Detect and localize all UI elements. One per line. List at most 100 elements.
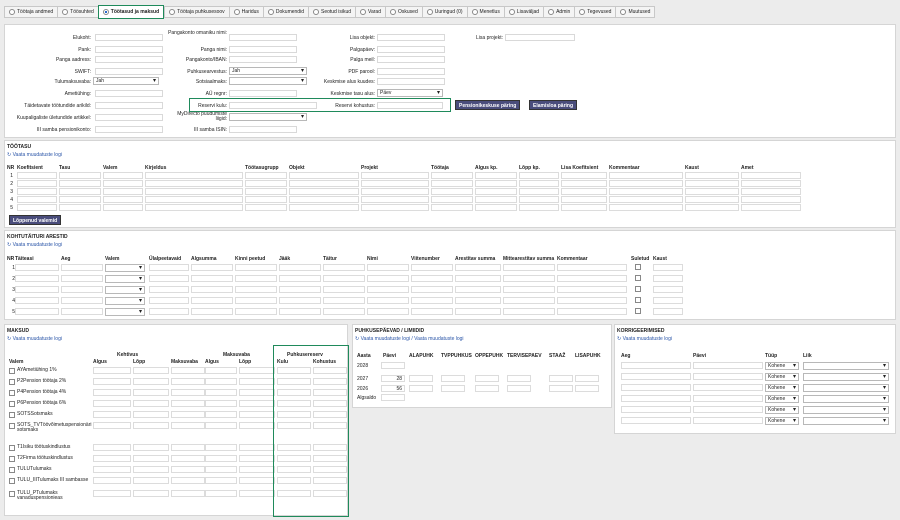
- kohtu-cell[interactable]: [15, 264, 59, 271]
- maksud-cell[interactable]: [239, 422, 275, 429]
- tootasu-cell[interactable]: [289, 188, 359, 195]
- maksud-cell[interactable]: [171, 477, 205, 484]
- maksud-cell[interactable]: [313, 455, 347, 462]
- tab-6[interactable]: Seotud isikud: [307, 6, 356, 18]
- kohtu-cell[interactable]: [503, 297, 555, 304]
- maksud-cell[interactable]: [205, 444, 237, 451]
- maksud-item-checkbox[interactable]: [9, 423, 15, 429]
- tab-3[interactable]: Töötaja puhkusesoov: [164, 6, 229, 18]
- puhkus-cell[interactable]: [441, 375, 465, 382]
- palgapaev-field[interactable]: [377, 46, 445, 53]
- maksud-cell[interactable]: [171, 389, 205, 396]
- kohtu-cell[interactable]: [367, 297, 409, 304]
- maksud-cell[interactable]: [313, 466, 347, 473]
- maksud-cell[interactable]: [93, 477, 131, 484]
- puhkus-cell[interactable]: [409, 385, 433, 392]
- tootasu-cell[interactable]: [519, 196, 559, 203]
- kohtu-cell[interactable]: [455, 264, 501, 271]
- kohtu-cell[interactable]: [367, 264, 409, 271]
- tootasu-cell[interactable]: [145, 196, 243, 203]
- kuupaligaliste-field[interactable]: [95, 114, 163, 121]
- maksud-cell[interactable]: [133, 378, 169, 385]
- tootasu-cell[interactable]: [431, 188, 473, 195]
- maksud-item-checkbox[interactable]: [9, 401, 15, 407]
- kohtu-cell[interactable]: [367, 275, 409, 282]
- maksud-cell[interactable]: [133, 466, 169, 473]
- maksud-cell[interactable]: [171, 444, 205, 451]
- pdf-parool-field[interactable]: [377, 68, 445, 75]
- puhkus-cell[interactable]: [575, 385, 599, 392]
- puhkus-cell[interactable]: [549, 385, 573, 392]
- korr-tyyp-select[interactable]: Kohene: [765, 384, 799, 392]
- maksud-cell[interactable]: [277, 477, 311, 484]
- maksud-item-checkbox[interactable]: [9, 467, 15, 473]
- tootasu-cell[interactable]: [741, 172, 801, 179]
- kohtu-cell[interactable]: [149, 264, 189, 271]
- kohtu-cell[interactable]: [411, 275, 453, 282]
- reserv-kulu-field[interactable]: [229, 102, 317, 109]
- tootasu-cell[interactable]: [561, 172, 607, 179]
- tootasu-cell[interactable]: [17, 196, 57, 203]
- maksud-cell[interactable]: [205, 389, 237, 396]
- tootasu-cell[interactable]: [741, 196, 801, 203]
- keskmise-alus-field[interactable]: [377, 78, 445, 85]
- kohtu-cell[interactable]: [557, 308, 627, 315]
- sotsiaalmaks-select[interactable]: [229, 77, 307, 85]
- maksud-cell[interactable]: [239, 411, 275, 418]
- tootasu-cell[interactable]: [245, 196, 287, 203]
- tab-14[interactable]: Muutused: [615, 6, 656, 18]
- tab-11[interactable]: Lisaväljad: [503, 6, 544, 18]
- maksud-cell[interactable]: [133, 455, 169, 462]
- maksud-log-link[interactable]: ↻ Vaata muudatuste logi: [7, 336, 62, 342]
- tab-8[interactable]: Oskused: [385, 6, 422, 18]
- kohtu-valem-select[interactable]: [105, 275, 145, 283]
- kohtu-cell[interactable]: [149, 308, 189, 315]
- tootasu-cell[interactable]: [609, 196, 683, 203]
- loppenud-valemid-button[interactable]: Lõppenud valemid: [9, 215, 62, 225]
- tootasu-cell[interactable]: [561, 204, 607, 211]
- puhkus-cell[interactable]: [475, 385, 499, 392]
- tootasu-cell[interactable]: [245, 204, 287, 211]
- tootasu-cell[interactable]: [431, 196, 473, 203]
- tootasu-cell[interactable]: [741, 204, 801, 211]
- kohtu-cell[interactable]: [411, 297, 453, 304]
- kohtu-cell[interactable]: [191, 286, 233, 293]
- maksud-cell[interactable]: [239, 466, 275, 473]
- kohtu-cell[interactable]: [15, 297, 59, 304]
- maksud-cell[interactable]: [313, 411, 347, 418]
- korr-liik-select[interactable]: [803, 384, 889, 392]
- maksud-cell[interactable]: [239, 389, 275, 396]
- elamisloa-button[interactable]: Elamisloa päring: [529, 100, 578, 110]
- korr-aeg-cell[interactable]: [621, 406, 691, 413]
- maksud-cell[interactable]: [239, 378, 275, 385]
- maksud-cell[interactable]: [205, 367, 237, 374]
- swift-field[interactable]: [95, 68, 163, 75]
- kohtu-cell[interactable]: [455, 297, 501, 304]
- tootasu-cell[interactable]: [103, 180, 143, 187]
- tootasu-cell[interactable]: [609, 188, 683, 195]
- kohtu-cell[interactable]: [367, 286, 409, 293]
- tab-13[interactable]: Tegevused: [574, 6, 616, 18]
- maksud-cell[interactable]: [93, 367, 131, 374]
- kohtu-cell[interactable]: [279, 286, 321, 293]
- tootasu-cell[interactable]: [245, 188, 287, 195]
- kohtu-cell[interactable]: [557, 286, 627, 293]
- maksud-item-checkbox[interactable]: [9, 390, 15, 396]
- kohtu-cell[interactable]: [279, 275, 321, 282]
- tab-5[interactable]: Dokumendid: [262, 6, 308, 18]
- maksud-cell[interactable]: [239, 455, 275, 462]
- maksud-cell[interactable]: [239, 490, 275, 497]
- maksud-item-checkbox[interactable]: [9, 478, 15, 484]
- tootasu-cell[interactable]: [103, 196, 143, 203]
- kohtu-cell[interactable]: [235, 275, 277, 282]
- tootasu-cell[interactable]: [103, 172, 143, 179]
- elukoht-field[interactable]: [95, 34, 163, 41]
- kohtu-cell[interactable]: [653, 297, 683, 304]
- puhkus-cell[interactable]: [441, 385, 465, 392]
- tootasu-cell[interactable]: [145, 180, 243, 187]
- maksud-cell[interactable]: [205, 378, 237, 385]
- korr-liik-select[interactable]: [803, 406, 889, 414]
- maksud-cell[interactable]: [277, 490, 311, 497]
- tab-0[interactable]: Töötaja andmed: [4, 6, 58, 18]
- maksud-cell[interactable]: [277, 411, 311, 418]
